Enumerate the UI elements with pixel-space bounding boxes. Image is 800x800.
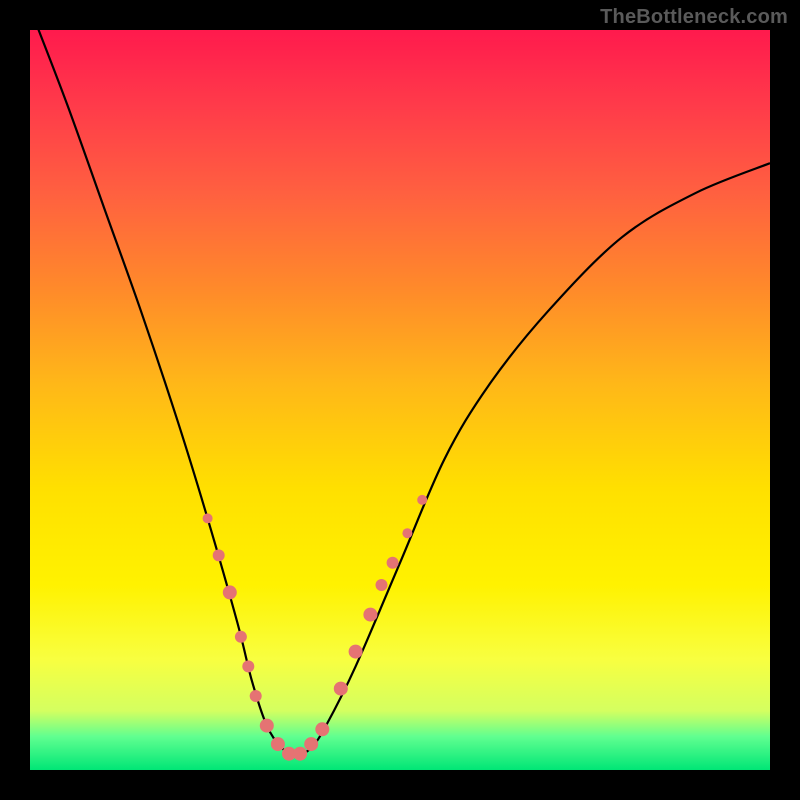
marker-point: [363, 608, 377, 622]
chart-container: TheBottleneck.com: [0, 0, 800, 800]
marker-point: [376, 579, 388, 591]
marker-point: [223, 585, 237, 599]
bottleneck-curve: [30, 8, 770, 755]
marker-point: [402, 528, 412, 538]
chart-svg: [30, 30, 770, 770]
marker-point: [260, 719, 274, 733]
marker-point: [235, 631, 247, 643]
marker-point: [387, 557, 399, 569]
marker-point: [315, 722, 329, 736]
marker-point: [242, 660, 254, 672]
watermark-text: TheBottleneck.com: [600, 6, 788, 29]
marker-point: [250, 690, 262, 702]
marker-point: [349, 645, 363, 659]
marker-point: [417, 495, 427, 505]
marker-point: [293, 747, 307, 761]
marker-point: [334, 682, 348, 696]
marker-point: [271, 737, 285, 751]
marker-group: [203, 495, 428, 761]
marker-point: [304, 737, 318, 751]
marker-point: [203, 513, 213, 523]
marker-point: [213, 549, 225, 561]
plot-area: [30, 30, 770, 770]
